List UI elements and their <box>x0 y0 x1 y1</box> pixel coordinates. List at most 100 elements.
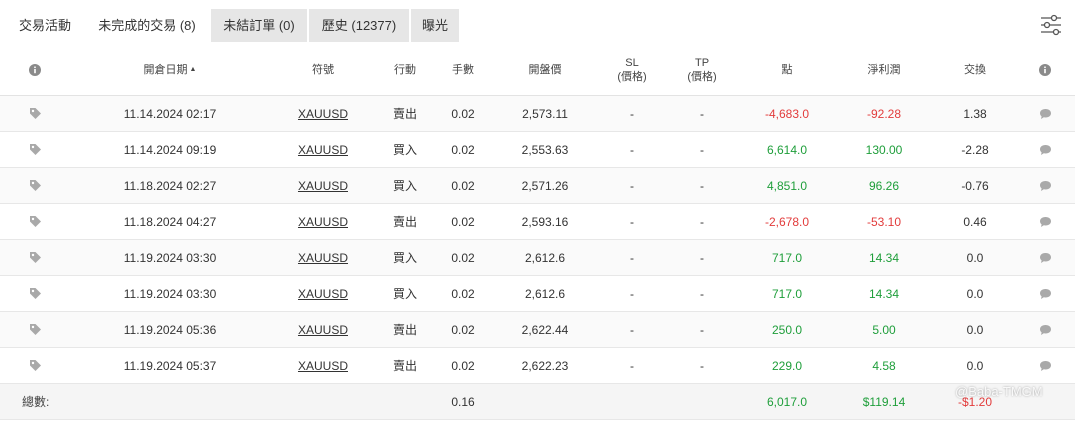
lots-cell: 0.02 <box>451 250 475 265</box>
sl-cell: - <box>630 286 634 301</box>
swap-cell: 0.0 <box>966 250 984 265</box>
column-tp-unit: (價格) <box>687 70 717 83</box>
tag-icon[interactable] <box>20 348 50 383</box>
comment-icon[interactable] <box>1030 276 1060 311</box>
tag-icon[interactable] <box>20 240 50 275</box>
action-cell: 賣出 <box>392 107 417 121</box>
table-row[interactable]: 11.18.2024 04:27 XAUUSD 賣出 0.02 2,593.16… <box>0 204 1075 240</box>
symbol-link[interactable]: XAUUSD <box>290 312 356 347</box>
action-cell: 賣出 <box>392 323 417 337</box>
column-tp[interactable]: TP (價格) <box>675 44 729 95</box>
open-date-cell: 11.19.2024 03:30 <box>123 286 217 301</box>
symbol-text[interactable]: XAUUSD <box>298 179 348 193</box>
table-row[interactable]: 11.19.2024 05:36 XAUUSD 賣出 0.02 2,622.44… <box>0 312 1075 348</box>
comment-icon[interactable] <box>1030 312 1060 347</box>
totals-points: 6,017.0 <box>766 394 808 409</box>
table-row[interactable]: 11.18.2024 02:27 XAUUSD 買入 0.02 2,571.26… <box>0 168 1075 204</box>
column-lots[interactable]: 手數 <box>440 44 486 95</box>
tag-icon[interactable] <box>20 276 50 311</box>
lots-cell: 0.02 <box>451 214 475 229</box>
tp-cell: - <box>700 250 704 265</box>
column-open-date[interactable]: 開倉日期 ▲ <box>110 44 230 95</box>
tab-open-trades[interactable]: 未完成的交易 (8) <box>86 9 208 44</box>
column-action[interactable]: 行動 <box>380 44 430 95</box>
symbol-text[interactable]: XAUUSD <box>298 143 348 157</box>
column-net-profit[interactable]: 淨利潤 <box>846 44 922 95</box>
info-icon[interactable] <box>1030 44 1060 95</box>
symbol-text[interactable]: XAUUSD <box>298 323 348 337</box>
symbol-link[interactable]: XAUUSD <box>290 96 356 131</box>
swap-cell: 0.0 <box>966 286 984 301</box>
swap-cell: 0.46 <box>963 214 987 229</box>
open-price-cell: 2,553.63 <box>521 142 569 157</box>
table-row[interactable]: 11.19.2024 03:30 XAUUSD 買入 0.02 2,612.6 … <box>0 240 1075 276</box>
open-date-cell: 11.14.2024 09:19 <box>123 142 217 157</box>
tp-cell: - <box>700 286 704 301</box>
action-cell: 買入 <box>392 143 417 157</box>
open-price-cell: 2,622.44 <box>521 322 569 337</box>
column-sl[interactable]: SL (價格) <box>605 44 659 95</box>
open-date-cell: 11.19.2024 05:37 <box>123 358 217 373</box>
table-row[interactable]: 11.14.2024 02:17 XAUUSD 賣出 0.02 2,573.11… <box>0 96 1075 132</box>
symbol-link[interactable]: XAUUSD <box>290 204 356 239</box>
points-cell: 717.0 <box>771 250 803 265</box>
sl-cell: - <box>630 142 634 157</box>
comment-icon[interactable] <box>1030 132 1060 167</box>
sliders-icon[interactable] <box>1039 14 1063 36</box>
column-points[interactable]: 點 <box>750 44 824 95</box>
column-swap[interactable]: 交換 <box>945 44 1005 95</box>
comment-icon[interactable] <box>1030 96 1060 131</box>
net-profit-cell: 14.34 <box>868 250 900 265</box>
net-profit-cell: 14.34 <box>868 286 900 301</box>
symbol-link[interactable]: XAUUSD <box>290 276 356 311</box>
net-profit-cell: 130.00 <box>865 142 903 157</box>
open-date-cell: 11.18.2024 04:27 <box>123 214 217 229</box>
comment-icon[interactable] <box>1030 348 1060 383</box>
column-tp-label: TP <box>694 56 710 69</box>
symbol-text[interactable]: XAUUSD <box>298 287 348 301</box>
tab-history[interactable]: 歷史 (12377) <box>309 9 409 42</box>
column-symbol[interactable]: 符號 <box>290 44 356 95</box>
table-row[interactable]: 11.19.2024 05:37 XAUUSD 賣出 0.02 2,622.23… <box>0 348 1075 384</box>
symbol-link[interactable]: XAUUSD <box>290 348 356 383</box>
open-price-cell: 2,612.6 <box>524 250 566 265</box>
symbol-link[interactable]: XAUUSD <box>290 240 356 275</box>
symbol-text[interactable]: XAUUSD <box>298 251 348 265</box>
action-cell: 賣出 <box>392 359 417 373</box>
symbol-text[interactable]: XAUUSD <box>298 215 348 229</box>
net-profit-cell: -92.28 <box>866 106 902 121</box>
table-row[interactable]: 11.14.2024 09:19 XAUUSD 買入 0.02 2,553.63… <box>0 132 1075 168</box>
tab-pending-orders[interactable]: 未結訂單 (0) <box>211 9 307 42</box>
open-price-cell: 2,571.26 <box>521 178 569 193</box>
tag-icon[interactable] <box>20 168 50 203</box>
totals-lots: 0.16 <box>451 394 475 409</box>
comment-icon[interactable] <box>1030 204 1060 239</box>
net-profit-cell: -53.10 <box>866 214 902 229</box>
symbol-link[interactable]: XAUUSD <box>290 132 356 167</box>
symbol-text[interactable]: XAUUSD <box>298 359 348 373</box>
tp-cell: - <box>700 142 704 157</box>
points-cell: -2,678.0 <box>764 214 810 229</box>
tab-exposure[interactable]: 曝光 <box>411 9 459 42</box>
symbol-link[interactable]: XAUUSD <box>290 168 356 203</box>
table-row[interactable]: 11.19.2024 03:30 XAUUSD 買入 0.02 2,612.6 … <box>0 276 1075 312</box>
points-cell: 229.0 <box>771 358 803 373</box>
comment-icon[interactable] <box>1030 240 1060 275</box>
tp-cell: - <box>700 178 704 193</box>
comment-icon[interactable] <box>1030 168 1060 203</box>
tp-cell: - <box>700 214 704 229</box>
net-profit-cell: 96.26 <box>868 178 900 193</box>
tag-icon[interactable] <box>20 204 50 239</box>
open-date-cell: 11.19.2024 05:36 <box>123 322 217 337</box>
totals-net-profit: $119.14 <box>862 394 906 409</box>
tab-trading-activity[interactable]: 交易活動 <box>6 9 84 42</box>
tag-icon[interactable] <box>20 312 50 347</box>
info-icon[interactable] <box>20 44 50 95</box>
column-open-price[interactable]: 開盤價 <box>505 44 585 95</box>
action-cell: 賣出 <box>392 215 417 229</box>
lots-cell: 0.02 <box>451 286 475 301</box>
tag-icon[interactable] <box>20 96 50 131</box>
symbol-text[interactable]: XAUUSD <box>298 107 348 121</box>
points-cell: 6,614.0 <box>766 142 808 157</box>
tag-icon[interactable] <box>20 132 50 167</box>
